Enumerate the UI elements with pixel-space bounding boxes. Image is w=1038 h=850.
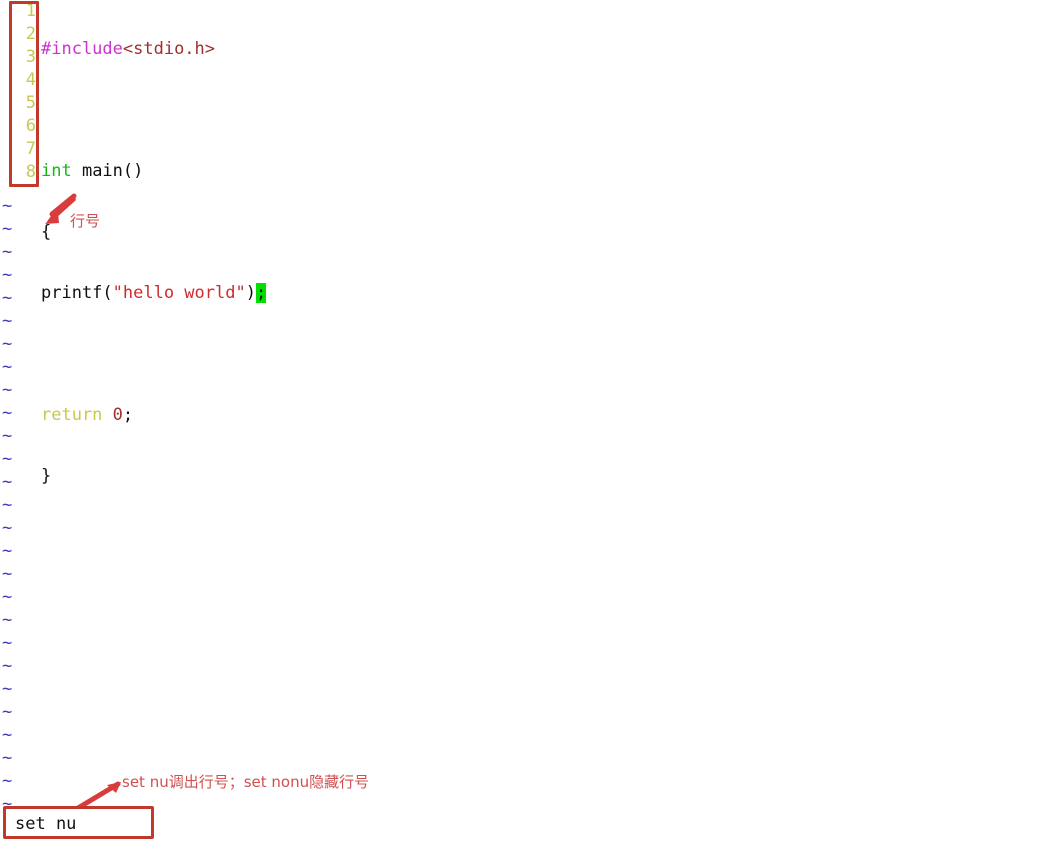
empty-line-marker: ~ bbox=[2, 518, 13, 538]
line-number: 2 bbox=[25, 24, 36, 44]
empty-line-marker: ~ bbox=[2, 564, 13, 584]
code-content[interactable]: #include<stdio.h> int main() { printf("h… bbox=[41, 0, 267, 526]
code-token-plain: { bbox=[41, 222, 52, 242]
empty-line-marker: ~ bbox=[2, 403, 13, 423]
code-token-header: <stdio.h> bbox=[122, 39, 216, 59]
empty-line-marker: ~ bbox=[2, 357, 13, 377]
line-number: 3 bbox=[25, 47, 36, 67]
line-number-gutter: 1 2 3 4 5 6 7 8 bbox=[12, 0, 36, 184]
empty-line-marker: ~ bbox=[2, 702, 13, 722]
empty-line-marker: ~ bbox=[2, 196, 13, 216]
empty-line-markers: ~ ~ ~ ~ ~ ~ ~ ~ ~ ~ ~ ~ ~ ~ ~ ~ ~ ~ ~ ~ ~ ~ ~ ~ ~ ~ ~ bbox=[2, 195, 12, 816]
line-number: 8 bbox=[25, 162, 36, 182]
empty-line-marker: ~ bbox=[2, 610, 13, 630]
empty-line-marker: ~ bbox=[2, 288, 13, 308]
vim-editor[interactable]: 1 2 3 4 5 6 7 8 #include<stdio.h> int ma… bbox=[0, 0, 1038, 814]
annotation-label-command: set nu调出行号；set nonu隐藏行号 bbox=[122, 773, 370, 791]
empty-line-marker: ~ bbox=[2, 633, 13, 653]
empty-line-marker: ~ bbox=[2, 219, 13, 239]
code-line: int main() bbox=[41, 160, 266, 183]
code-token-plain: } bbox=[41, 466, 52, 486]
empty-line-marker: ~ bbox=[2, 679, 13, 699]
code-token-plain: ) bbox=[245, 283, 256, 303]
code-token-plain: ; bbox=[122, 405, 134, 425]
empty-line-marker: ~ bbox=[2, 334, 13, 354]
empty-line-marker: ~ bbox=[2, 265, 13, 285]
empty-line-marker: ~ bbox=[2, 495, 13, 515]
annotation-label-line-number: 行号 bbox=[70, 212, 101, 230]
empty-line-marker: ~ bbox=[2, 587, 13, 607]
code-line: } bbox=[41, 465, 266, 488]
empty-line-marker: ~ bbox=[2, 449, 13, 469]
command-line-box[interactable]: set nu bbox=[3, 806, 154, 839]
empty-line-marker: ~ bbox=[2, 541, 13, 561]
empty-line-marker: ~ bbox=[2, 725, 13, 745]
code-line: printf("hello world"); bbox=[41, 282, 267, 305]
empty-line-marker: ~ bbox=[2, 311, 13, 331]
code-token-preproc: #include bbox=[41, 39, 123, 59]
line-number: 4 bbox=[25, 70, 36, 90]
empty-line-marker: ~ bbox=[2, 242, 13, 262]
code-token-keyword: return bbox=[41, 405, 103, 425]
empty-line-marker: ~ bbox=[2, 472, 13, 492]
line-number: 6 bbox=[25, 116, 36, 136]
code-line: return 0; bbox=[41, 404, 266, 427]
line-number: 1 bbox=[25, 1, 36, 21]
line-number: 7 bbox=[25, 139, 36, 159]
code-token-plain: printf( bbox=[41, 283, 113, 303]
command-line-input[interactable]: set nu bbox=[15, 814, 76, 835]
empty-line-marker: ~ bbox=[2, 771, 13, 791]
code-token-number: 0 bbox=[112, 405, 123, 425]
code-token-string: "hello world" bbox=[112, 283, 246, 303]
code-line: #include<stdio.h> bbox=[41, 38, 266, 61]
empty-line-marker: ~ bbox=[2, 748, 13, 768]
line-number: 5 bbox=[25, 93, 36, 113]
empty-line-marker: ~ bbox=[2, 380, 13, 400]
text-cursor: ; bbox=[255, 283, 267, 303]
code-token-plain: main() bbox=[71, 161, 144, 181]
empty-line-marker: ~ bbox=[2, 426, 13, 446]
code-token-type: int bbox=[41, 161, 72, 181]
empty-line-marker: ~ bbox=[2, 656, 13, 676]
